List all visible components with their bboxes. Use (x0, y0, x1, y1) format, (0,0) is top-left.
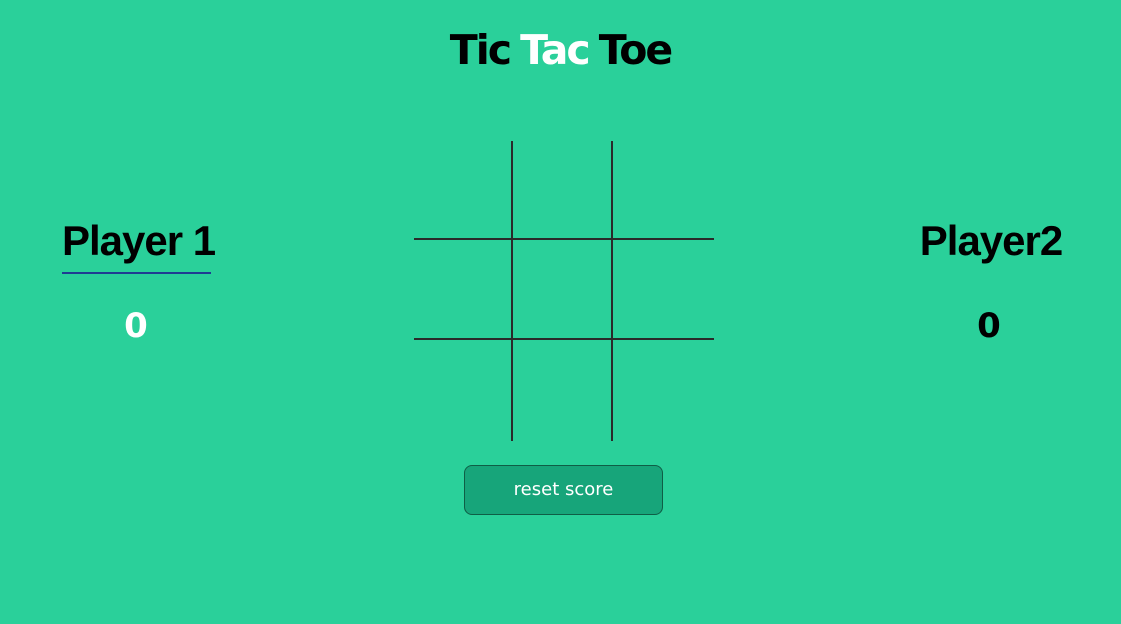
board-cell[interactable] (513, 141, 613, 240)
title-tic: Tic (449, 26, 512, 74)
board-cell[interactable] (613, 141, 714, 240)
board-cell[interactable] (513, 340, 613, 441)
board-cell[interactable] (613, 340, 714, 441)
active-player-indicator (62, 272, 211, 274)
board-cell[interactable] (414, 141, 513, 240)
title-toe: Toe (598, 26, 673, 74)
player2-score: 0 (977, 306, 1001, 346)
player1-score: 0 (124, 306, 148, 346)
reset-score-button[interactable]: reset score (464, 465, 663, 515)
board-cell[interactable] (414, 240, 513, 340)
board-cell[interactable] (414, 340, 513, 441)
game-title: Tic Tac Toe (0, 24, 1121, 76)
board-cell[interactable] (513, 240, 613, 340)
title-tac: Tac (520, 26, 591, 74)
game-board (414, 141, 714, 441)
board-cell[interactable] (613, 240, 714, 340)
player2-name: Player2 (919, 217, 1063, 264)
player1-name: Player 1 (62, 217, 216, 264)
